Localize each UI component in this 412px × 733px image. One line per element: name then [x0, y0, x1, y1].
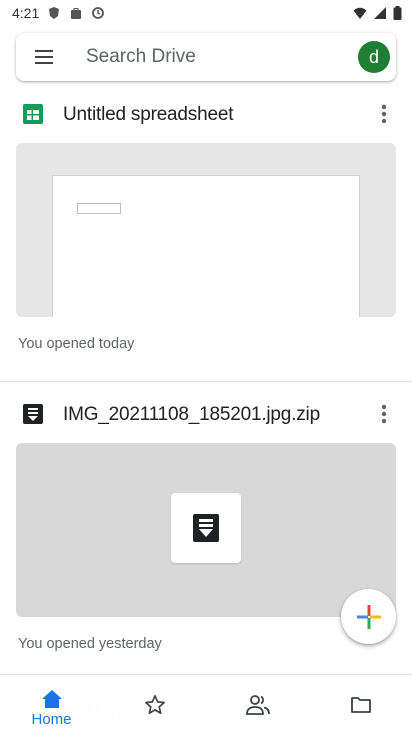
selected-cell: [77, 203, 121, 214]
sync-icon: [92, 7, 105, 19]
people-icon: [245, 695, 270, 715]
battery-icon: [393, 6, 402, 20]
bottom-navigation: Home: [0, 674, 412, 733]
more-options-button[interactable]: [374, 401, 394, 427]
file-preview[interactable]: [16, 443, 396, 617]
hamburger-menu-icon: [35, 50, 53, 64]
wifi-calling-icon: [49, 7, 60, 19]
more-vert-icon: [381, 404, 387, 424]
archive-icon: [23, 404, 43, 424]
file-card-spreadsheet[interactable]: Untitled spreadsheet You opened today: [0, 95, 412, 381]
more-vert-icon: [381, 104, 387, 124]
file-header: IMG_20211108_185201.jpg.zip: [0, 395, 412, 435]
more-options-button[interactable]: [374, 101, 394, 127]
divider: [0, 381, 412, 382]
file-name: Untitled spreadsheet: [63, 104, 234, 125]
file-header: Untitled spreadsheet: [0, 95, 412, 135]
account-avatar[interactable]: d: [358, 41, 390, 73]
google-sheets-icon: [23, 104, 43, 124]
file-name: IMG_20211108_185201.jpg.zip: [63, 404, 320, 425]
nav-shared[interactable]: [206, 675, 309, 733]
home-icon: [41, 690, 62, 708]
nav-starred[interactable]: [103, 675, 206, 733]
folder-icon: [350, 697, 371, 713]
nav-home-label: Home: [31, 711, 72, 728]
wifi-icon: [353, 7, 367, 19]
search-bar: d: [16, 33, 396, 81]
signal-icon: [374, 7, 386, 19]
nav-files[interactable]: [309, 675, 412, 733]
star-outline-icon: [144, 695, 165, 715]
archive-thumbnail: [171, 493, 241, 563]
nav-home[interactable]: Home: [0, 675, 103, 733]
spreadsheet-thumbnail: [52, 175, 360, 317]
avatar-letter: d: [368, 46, 379, 67]
menu-button[interactable]: [16, 33, 72, 81]
status-time: 4:21: [12, 5, 40, 21]
file-preview[interactable]: [16, 143, 396, 317]
opened-status: You opened yesterday: [18, 636, 162, 652]
status-bar: 4:21: [0, 0, 412, 26]
archive-icon: [193, 514, 219, 542]
search-input[interactable]: [72, 46, 358, 68]
bag-icon: [71, 8, 82, 19]
plus-icon: [356, 604, 381, 629]
opened-status: You opened today: [18, 336, 135, 352]
create-new-button[interactable]: [341, 589, 396, 644]
